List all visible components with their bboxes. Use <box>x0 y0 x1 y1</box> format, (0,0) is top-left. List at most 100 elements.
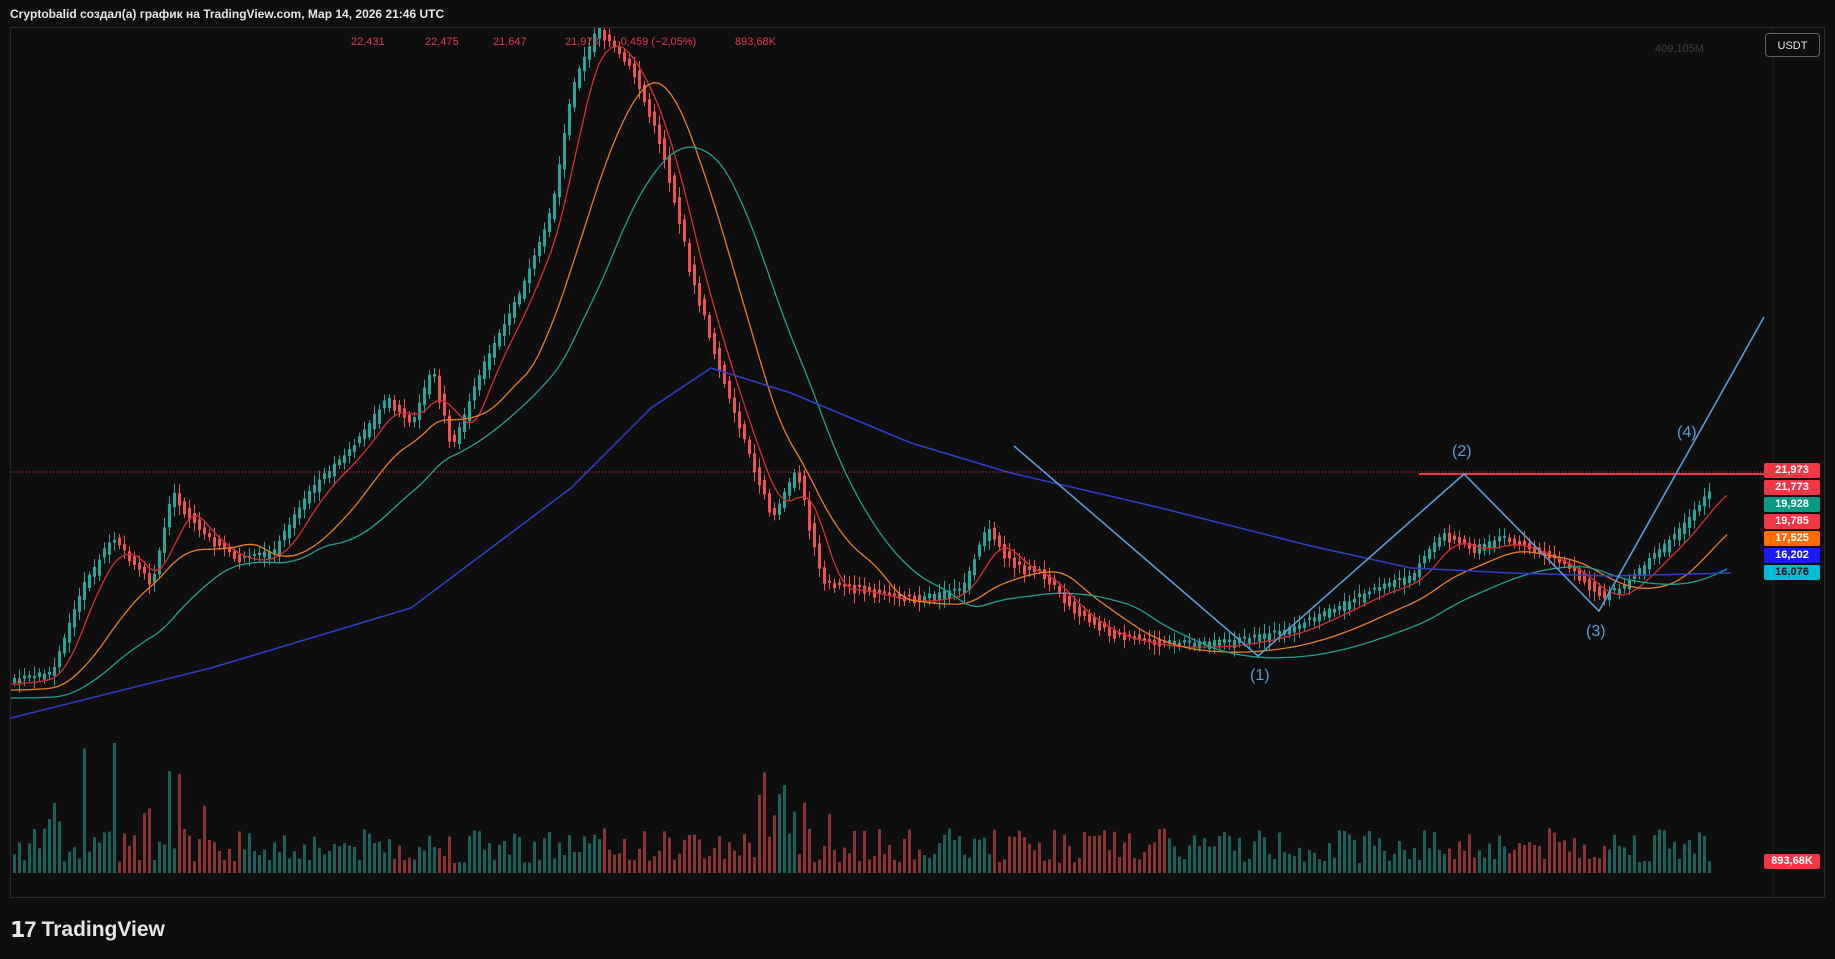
volume-bar <box>1318 859 1321 873</box>
candle-body <box>158 550 161 575</box>
candle-body <box>288 524 291 539</box>
price-tag-ma4: 17,525 <box>1764 531 1820 546</box>
candle-body <box>1318 614 1321 622</box>
wave-label-2: (2) <box>1452 443 1472 460</box>
candle-body <box>893 593 896 596</box>
volume-bar <box>1098 835 1101 873</box>
candle-body <box>133 556 136 565</box>
candle-body <box>1343 601 1346 612</box>
tradingview-logo[interactable]: 𝟭7 TradingView <box>10 917 165 942</box>
volume-bar <box>123 833 126 873</box>
candle-body <box>1273 630 1276 633</box>
volume-bar <box>1198 846 1201 873</box>
candle-body <box>1208 641 1211 649</box>
volume-bar <box>1568 851 1571 873</box>
volume-bar <box>1578 857 1581 873</box>
volume-bar <box>768 836 771 873</box>
volume-bar <box>1308 850 1311 873</box>
candle-body <box>1658 549 1661 558</box>
volume-bar <box>503 841 506 873</box>
candle-body <box>1183 640 1186 643</box>
candle-body <box>618 46 621 55</box>
volume-bar <box>198 839 201 873</box>
candle-body <box>123 544 126 551</box>
candle-body <box>18 678 21 684</box>
candle-body <box>1213 639 1216 647</box>
volume-bar <box>1063 834 1066 873</box>
volume-bar <box>1233 850 1236 873</box>
candle-body <box>578 68 581 88</box>
candle-body <box>1423 555 1426 564</box>
volume-bar <box>463 862 466 873</box>
volume-bar <box>968 857 971 873</box>
candle-body <box>1278 631 1281 635</box>
candle-body <box>453 434 456 443</box>
volume-bar <box>893 859 896 873</box>
candle-body <box>1308 617 1311 620</box>
candle-body <box>763 480 766 495</box>
volume-bar <box>1298 847 1301 873</box>
volume-bar <box>1608 849 1611 873</box>
volume-bar <box>308 859 311 873</box>
volume-bar <box>903 838 906 873</box>
candle-body <box>313 484 316 493</box>
volume-bar <box>223 860 226 873</box>
volume-bar <box>1328 843 1331 873</box>
volume-bar <box>418 846 421 873</box>
volume-bar <box>538 859 541 873</box>
volume-bar <box>1363 835 1366 873</box>
candle-body <box>978 544 981 557</box>
chart-pane[interactable] <box>10 27 1825 898</box>
volume-bar <box>743 834 746 873</box>
volume-bar <box>988 854 991 873</box>
candle-body <box>1088 613 1091 623</box>
candle-body <box>1298 624 1301 629</box>
candle-body <box>443 393 446 416</box>
volume-bar <box>303 844 306 873</box>
volume-bar <box>1458 841 1461 873</box>
volume-bar <box>173 848 176 873</box>
candle-body <box>573 82 576 108</box>
candle-body <box>93 566 96 577</box>
volume-bar <box>923 855 926 873</box>
volume-bar <box>293 851 296 873</box>
candle-body <box>63 637 66 654</box>
tradingview-logo-icon: 𝟭7 <box>10 917 37 942</box>
candle-body <box>688 243 691 273</box>
price-chart[interactable] <box>11 28 1825 898</box>
candle-body <box>1228 639 1231 643</box>
volume-bar <box>1043 860 1046 873</box>
volume-bar <box>1378 838 1381 873</box>
currency-button[interactable]: USDT <box>1765 33 1820 57</box>
volume-bar <box>1403 849 1406 873</box>
volume-bar <box>928 858 931 873</box>
volume-bar <box>508 854 511 873</box>
candle-body <box>683 219 686 242</box>
candle-body <box>1433 542 1436 553</box>
candle-body <box>888 592 891 595</box>
candle-body <box>1243 636 1246 639</box>
candle-body <box>623 52 626 62</box>
volume-bar <box>348 845 351 873</box>
candle-body <box>423 387 426 406</box>
volume-bar <box>283 835 286 873</box>
candle-body <box>1233 639 1236 648</box>
volume-bar <box>58 821 61 873</box>
volume-bar <box>393 858 396 873</box>
volume-bar <box>438 848 441 873</box>
candle-body <box>588 46 591 60</box>
volume-bar <box>1013 836 1016 873</box>
volume-bar <box>1473 857 1476 873</box>
volume-bar <box>1133 857 1136 873</box>
volume-bar <box>1393 853 1396 873</box>
candle-body <box>503 323 506 336</box>
ma-line-blue <box>11 367 1732 719</box>
volume-bar <box>663 831 666 873</box>
volume-bar <box>773 815 776 873</box>
volume-bar <box>368 833 371 873</box>
volume-bar <box>1218 835 1221 873</box>
candle-body <box>1498 536 1501 542</box>
volume-bar <box>1128 833 1131 873</box>
volume-bar <box>953 839 956 873</box>
volume-bar <box>353 846 356 873</box>
